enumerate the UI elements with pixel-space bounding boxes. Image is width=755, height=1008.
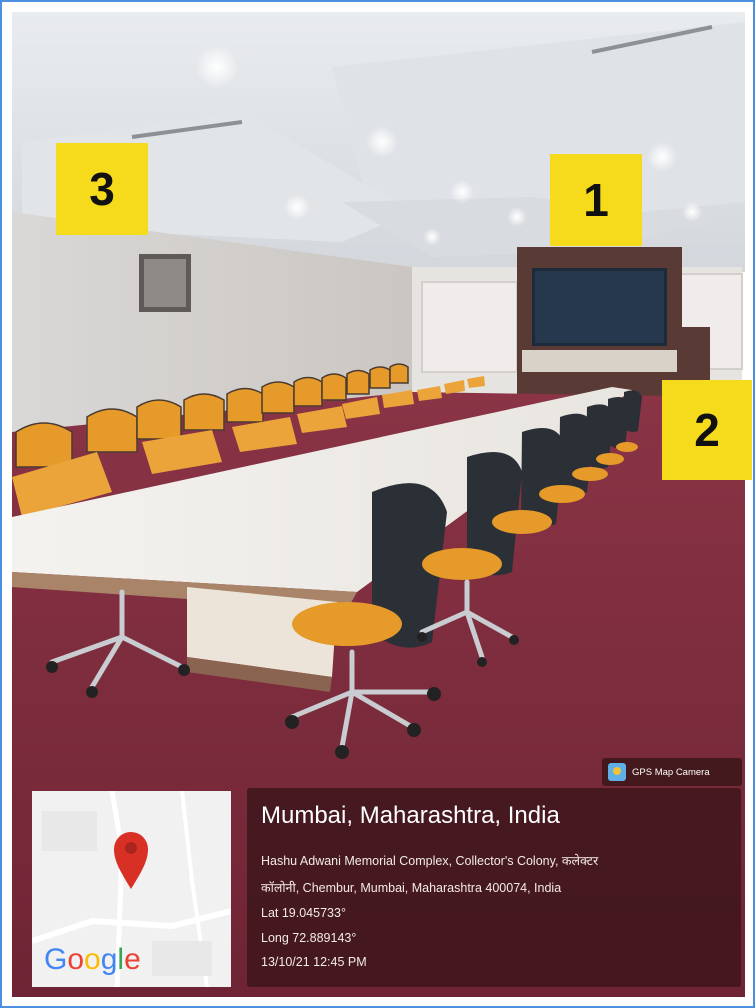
label-1: 1 [550,154,642,246]
longitude: Long 72.889143° [261,931,357,945]
gps-badge-text: GPS Map Camera [632,766,710,778]
address-line-1: Hashu Adwani Memorial Complex, Collector… [261,854,599,868]
photo-frame: 3 1 2 GPS Map Camera Google Mumbai, Maha… [0,0,755,1008]
label-2-text: 2 [694,404,720,456]
google-logo: Google [44,943,141,976]
latitude: Lat 19.045733° [261,906,346,920]
map-thumbnail: Google [32,791,231,987]
label-2: 2 [662,380,752,480]
label-1-text: 1 [583,174,609,226]
geotag-info-panel: Mumbai, Maharashtra, India Hashu Adwani … [247,788,741,987]
address-line-2: कॉलोनी, Chembur, Mumbai, Maharashtra 400… [261,881,562,895]
label-3: 3 [56,143,148,235]
gps-map-camera-icon [608,763,626,781]
datetime: 13/10/21 12:45 PM [261,955,367,969]
location-title: Mumbai, Maharashtra, India [261,802,560,829]
label-3-text: 3 [89,163,115,215]
gps-map-camera-badge: GPS Map Camera [602,758,742,786]
